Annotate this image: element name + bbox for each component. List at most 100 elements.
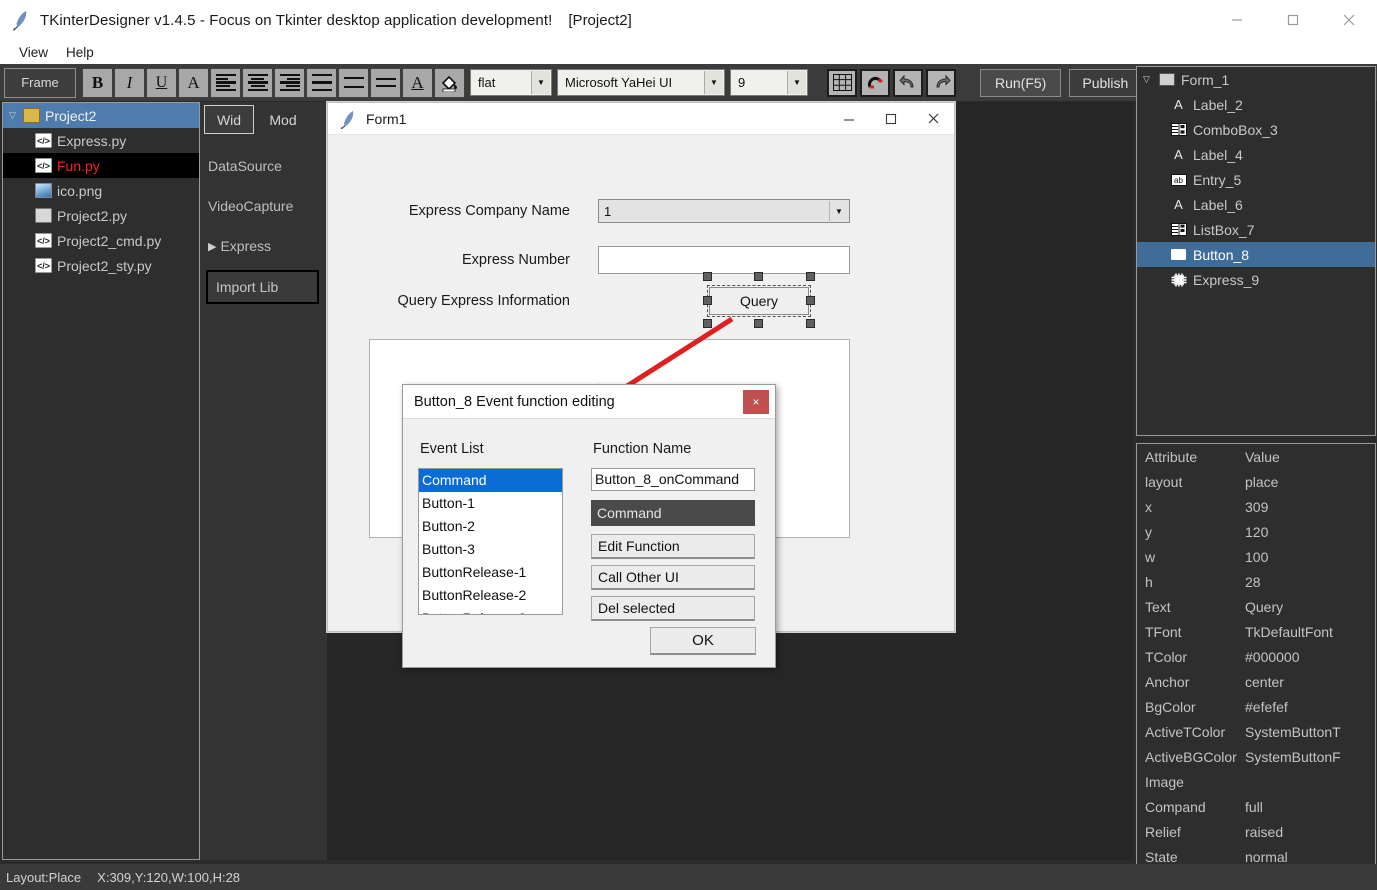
- font-family-select[interactable]: Microsoft YaHei UI ▼: [557, 69, 725, 96]
- attribute-row[interactable]: TFont TkDefaultFont: [1137, 619, 1375, 644]
- object-item-button-8[interactable]: Button_8: [1137, 242, 1375, 267]
- redo-button[interactable]: [926, 68, 956, 97]
- attribute-value[interactable]: full: [1245, 799, 1263, 815]
- form-minimize-button[interactable]: [828, 103, 870, 135]
- project-file-project2-sty[interactable]: </> Project2_sty.py: [3, 253, 199, 278]
- underline-button[interactable]: U: [146, 67, 177, 98]
- bold-button[interactable]: B: [82, 67, 113, 98]
- object-item-label-6[interactable]: A Label_6: [1137, 192, 1375, 217]
- menu-item-help[interactable]: Help: [57, 43, 103, 62]
- event-item[interactable]: ButtonRelease-2: [419, 584, 562, 607]
- chevron-down-icon[interactable]: ▽: [1143, 74, 1157, 85]
- event-item[interactable]: Button-2: [419, 515, 562, 538]
- resize-handle-se[interactable]: [806, 319, 815, 328]
- object-item-label-2[interactable]: A Label_2: [1137, 92, 1375, 117]
- align-center-button[interactable]: [242, 67, 273, 98]
- attribute-value[interactable]: #efefef: [1245, 699, 1288, 715]
- attribute-row[interactable]: ActiveBGColor SystemButtonF: [1137, 744, 1375, 769]
- align-top-button[interactable]: [338, 67, 369, 98]
- resize-handle-nw[interactable]: [703, 272, 712, 281]
- event-item[interactable]: Button-3: [419, 538, 562, 561]
- call-other-ui-button[interactable]: Call Other UI: [591, 565, 755, 590]
- attribute-value[interactable]: center: [1245, 674, 1284, 690]
- attribute-value[interactable]: 100: [1245, 549, 1268, 565]
- close-button[interactable]: [1321, 0, 1377, 40]
- magnet-snap-button[interactable]: [860, 68, 890, 97]
- widget-item-express[interactable]: ▶ Express: [200, 226, 327, 266]
- event-item[interactable]: Button-1: [419, 492, 562, 515]
- font-size-select[interactable]: 9 ▼: [730, 69, 808, 96]
- publish-button[interactable]: Publish: [1069, 68, 1142, 97]
- attribute-value[interactable]: #000000: [1245, 649, 1300, 665]
- attribute-value[interactable]: 28: [1245, 574, 1261, 590]
- attribute-row[interactable]: Compand full: [1137, 794, 1375, 819]
- project-file-express[interactable]: </> Express.py: [3, 128, 199, 153]
- widget-item-videocapture[interactable]: VideoCapture: [200, 186, 327, 226]
- minimize-button[interactable]: [1209, 0, 1265, 40]
- dialog-close-button[interactable]: ×: [743, 389, 769, 414]
- undo-button[interactable]: [893, 68, 923, 97]
- widget-item-datasource[interactable]: DataSource: [200, 146, 327, 186]
- attribute-value[interactable]: TkDefaultFont: [1245, 624, 1333, 640]
- label-query-express-information[interactable]: Query Express Information: [360, 293, 570, 309]
- function-name-input[interactable]: Button_8_onCommand: [591, 468, 755, 491]
- attribute-row[interactable]: layout place: [1137, 469, 1375, 494]
- frame-selector-button[interactable]: Frame: [4, 67, 76, 98]
- attribute-row[interactable]: y 120: [1137, 519, 1375, 544]
- grid-toggle-button[interactable]: [827, 68, 857, 97]
- align-right-button[interactable]: [274, 67, 305, 98]
- resize-handle-w[interactable]: [703, 296, 712, 305]
- command-row[interactable]: Command: [591, 500, 755, 526]
- project-file-fun[interactable]: </> Fun.py: [3, 153, 199, 178]
- del-selected-button[interactable]: Del selected: [591, 596, 755, 621]
- chevron-down-icon[interactable]: ▽: [9, 110, 23, 121]
- event-item[interactable]: ButtonRelease-3: [419, 607, 562, 614]
- attribute-row[interactable]: w 100: [1137, 544, 1375, 569]
- attribute-row[interactable]: Image: [1137, 769, 1375, 794]
- resize-handle-sw[interactable]: [703, 319, 712, 328]
- resize-handle-e[interactable]: [806, 296, 815, 305]
- attribute-row[interactable]: Relief raised: [1137, 819, 1375, 844]
- combobox-express-company[interactable]: 1 ▼: [598, 199, 850, 223]
- align-justify-button[interactable]: [306, 67, 337, 98]
- entry-express-number[interactable]: [598, 246, 850, 274]
- object-tree-root[interactable]: ▽ Form_1: [1137, 67, 1375, 92]
- align-left-button[interactable]: [210, 67, 241, 98]
- attribute-value[interactable]: raised: [1245, 824, 1283, 840]
- event-function-dialog[interactable]: Button_8 Event function editing × Event …: [402, 384, 776, 668]
- object-item-label-4[interactable]: A Label_4: [1137, 142, 1375, 167]
- attribute-row[interactable]: ActiveTColor SystemButtonT: [1137, 719, 1375, 744]
- attribute-value[interactable]: normal: [1245, 849, 1288, 865]
- resize-handle-ne[interactable]: [806, 272, 815, 281]
- text-color-button[interactable]: A: [402, 67, 433, 98]
- attribute-row[interactable]: BgColor #efefef: [1137, 694, 1375, 719]
- event-listbox[interactable]: Command Button-1 Button-2 Button-3 Butto…: [418, 468, 563, 615]
- ok-button[interactable]: OK: [650, 627, 756, 655]
- object-item-express-9[interactable]: Express_9: [1137, 267, 1375, 292]
- event-item[interactable]: Command: [419, 469, 562, 492]
- chevron-down-icon[interactable]: ▼: [829, 201, 848, 221]
- attribute-value[interactable]: 120: [1245, 524, 1268, 540]
- attribute-row[interactable]: Text Query: [1137, 594, 1375, 619]
- run-button[interactable]: Run(F5): [980, 68, 1062, 97]
- attribute-row[interactable]: TColor #000000: [1137, 644, 1375, 669]
- attribute-value[interactable]: SystemButtonT: [1245, 724, 1341, 740]
- attribute-row[interactable]: x 309: [1137, 494, 1375, 519]
- form-maximize-button[interactable]: [870, 103, 912, 135]
- attribute-value[interactable]: Query: [1245, 599, 1283, 615]
- form-close-button[interactable]: [912, 103, 954, 135]
- resize-handle-n[interactable]: [754, 272, 763, 281]
- project-tree-root[interactable]: ▽ Project2: [3, 103, 199, 128]
- project-file-ico[interactable]: ico.png: [3, 178, 199, 203]
- italic-button[interactable]: I: [114, 67, 145, 98]
- attribute-row[interactable]: h 28: [1137, 569, 1375, 594]
- project-file-project2[interactable]: Project2.py: [3, 203, 199, 228]
- attribute-panel[interactable]: Attribute Value layout place x 309 y 120 w 1…: [1136, 443, 1376, 875]
- resize-handle-s[interactable]: [754, 319, 763, 328]
- attribute-value[interactable]: place: [1245, 474, 1278, 490]
- font-button[interactable]: A: [178, 67, 209, 98]
- relief-select[interactable]: flat ▼: [470, 69, 552, 96]
- maximize-button[interactable]: [1265, 0, 1321, 40]
- attribute-row[interactable]: Anchor center: [1137, 669, 1375, 694]
- tab-mod[interactable]: Mod: [258, 105, 308, 134]
